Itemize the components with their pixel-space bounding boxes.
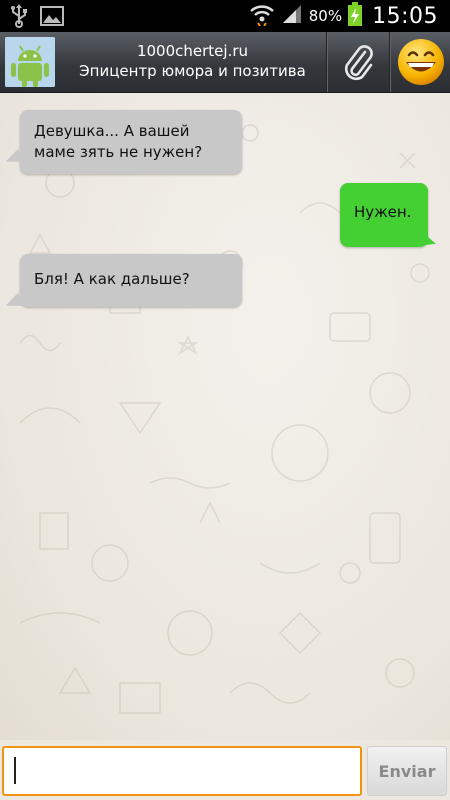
battery-icon xyxy=(348,2,363,30)
header-divider xyxy=(389,32,390,92)
gallery-icon xyxy=(40,5,64,31)
smiley-icon[interactable] xyxy=(395,36,447,88)
battery-percent: 80% xyxy=(308,7,343,25)
message-text: Девушка... А вашей маме зять не нужен? xyxy=(34,122,203,161)
composer-bar: Enviar xyxy=(0,740,450,800)
clock: 15:05 xyxy=(372,3,438,29)
message-input[interactable] xyxy=(2,746,362,796)
header-divider xyxy=(326,32,327,92)
chat-area[interactable]: Девушка... А вашей маме зять не нужен? Н… xyxy=(0,93,450,740)
text-caret xyxy=(14,757,16,784)
chat-header: 1000chertej.ru Эпицентр юмора и позитива xyxy=(0,32,450,93)
signal-icon xyxy=(281,3,303,29)
incoming-message[interactable]: Бля! А как дальше? xyxy=(20,254,242,307)
wifi-icon xyxy=(249,2,275,30)
status-bar: 80% 15:05 xyxy=(0,0,450,32)
message-text: Нужен. xyxy=(354,203,412,221)
usb-icon xyxy=(10,4,28,32)
android-avatar-icon[interactable] xyxy=(5,37,55,87)
incoming-message[interactable]: Девушка... А вашей маме зять не нужен? xyxy=(20,110,242,174)
chat-title[interactable]: 1000chertej.ru xyxy=(60,41,325,61)
chat-subtitle[interactable]: Эпицентр юмора и позитива xyxy=(60,61,325,81)
send-button[interactable]: Enviar xyxy=(367,746,447,796)
paperclip-icon[interactable] xyxy=(332,37,384,87)
message-text: Бля! А как дальше? xyxy=(34,270,190,288)
outgoing-message[interactable]: Нужен. xyxy=(340,183,428,247)
